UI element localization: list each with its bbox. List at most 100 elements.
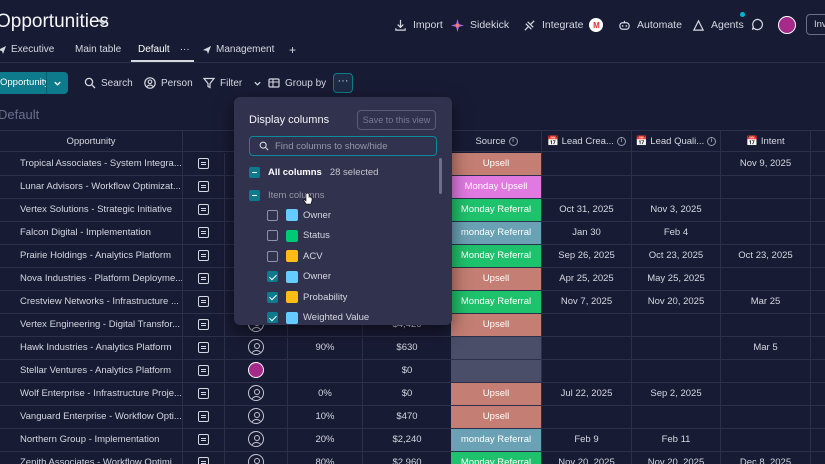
probability-cell[interactable]	[287, 360, 362, 382]
opportunity-name[interactable]: Wolf Enterprise - Infrastructure Proje..…	[0, 383, 182, 405]
owner-cell[interactable]	[224, 383, 287, 405]
table-row[interactable]: Wolf Enterprise - Infrastructure Proje..…	[0, 383, 825, 406]
source-status-cell[interactable]: Upsell	[451, 406, 541, 428]
item-card-cell[interactable]	[182, 199, 224, 221]
column-toggle-item[interactable]: Probability	[267, 289, 347, 305]
document-icon[interactable]	[198, 456, 209, 464]
source-status-cell[interactable]: Upsell	[451, 383, 541, 405]
item-card-cell[interactable]	[182, 176, 224, 198]
item-card-cell[interactable]	[182, 337, 224, 359]
lead-qualified-cell[interactable]	[631, 360, 720, 382]
chevron-down-icon[interactable]	[253, 79, 262, 88]
extra-cell[interactable]	[810, 291, 825, 313]
intent-cell[interactable]	[720, 429, 810, 451]
weighted-value-cell[interactable]: $630	[362, 337, 451, 359]
lead-qualified-cell[interactable]: Nov 20, 2025	[631, 291, 720, 313]
item-card-cell[interactable]	[182, 360, 224, 382]
intent-cell[interactable]	[720, 268, 810, 290]
all-columns-checkbox[interactable]	[249, 166, 260, 178]
chat-icon[interactable]	[751, 18, 764, 31]
lead-qualified-cell[interactable]	[631, 314, 720, 336]
opportunity-name[interactable]: Vanguard Enterprise - Workflow Opti...	[0, 406, 182, 428]
source-status-cell[interactable]: Monday Referral	[451, 452, 541, 464]
item-card-cell[interactable]	[182, 291, 224, 313]
lead-qualified-cell[interactable]	[631, 176, 720, 198]
document-icon[interactable]	[198, 180, 209, 192]
column-checkbox[interactable]	[267, 250, 278, 262]
person-icon[interactable]	[248, 339, 264, 356]
import-button[interactable]: Import	[394, 17, 443, 33]
document-icon[interactable]	[198, 410, 209, 422]
opportunity-name[interactable]: Nova Industries - Platform Deployme...	[0, 268, 182, 290]
intent-cell[interactable]	[720, 199, 810, 221]
search-button[interactable]: Search	[84, 77, 133, 89]
source-status-cell[interactable]: monday Referral	[451, 222, 541, 244]
lead-created-cell[interactable]	[541, 153, 631, 175]
item-card-cell[interactable]	[182, 222, 224, 244]
intent-cell[interactable]: Mar 5	[720, 337, 810, 359]
invite-button[interactable]: Inv	[806, 14, 825, 35]
owner-cell[interactable]	[224, 406, 287, 428]
source-status-cell[interactable]: Monday Referral	[451, 245, 541, 267]
person-filter-button[interactable]: Person	[144, 77, 193, 89]
sidekick-button[interactable]: Sidekick	[451, 17, 509, 33]
source-status-cell[interactable]: monday Referral	[451, 429, 541, 451]
table-row[interactable]: Zenith Associates - Workflow Optimi... 80…	[0, 452, 825, 464]
intent-cell[interactable]: Dec 8, 2025	[720, 452, 810, 464]
source-status-cell[interactable]: Monday Referral	[451, 291, 541, 313]
source-status-cell[interactable]: Upsell	[451, 314, 541, 336]
column-header-intent[interactable]: 📅 Intent	[720, 131, 810, 153]
extra-cell[interactable]	[810, 452, 825, 464]
more-options-button[interactable]: ···	[333, 73, 353, 93]
lead-qualified-cell[interactable]: Nov 20, 2025	[631, 452, 720, 464]
source-status-cell[interactable]	[451, 360, 541, 382]
extra-cell[interactable]	[810, 176, 825, 198]
intent-cell[interactable]: Oct 23, 2025	[720, 245, 810, 267]
intent-cell[interactable]: Nov 9, 2025	[720, 153, 810, 175]
opportunity-name[interactable]: Vertex Solutions - Strategic Initiative	[0, 199, 182, 221]
lead-created-cell[interactable]: Apr 25, 2025	[541, 268, 631, 290]
source-status-cell[interactable]: Upsell	[451, 153, 541, 175]
column-toggle-item[interactable]: ACV	[267, 248, 323, 264]
tab-main-table[interactable]: Main table	[75, 44, 121, 55]
scrollbar[interactable]	[439, 158, 442, 194]
item-card-cell[interactable]	[182, 406, 224, 428]
document-icon[interactable]	[198, 364, 209, 376]
opportunity-name[interactable]: Crestview Networks - Infrastructure ...	[0, 291, 182, 313]
document-icon[interactable]	[198, 295, 209, 307]
extra-cell[interactable]	[810, 360, 825, 382]
column-header-doc[interactable]	[182, 131, 224, 153]
add-view-button[interactable]: +	[289, 43, 296, 57]
lead-created-cell[interactable]: Feb 9	[541, 429, 631, 451]
lead-created-cell[interactable]: Jan 30	[541, 222, 631, 244]
column-toggle-item[interactable]: Status	[267, 228, 330, 244]
opportunity-name[interactable]: Northern Group - Implementation	[0, 429, 182, 451]
lead-qualified-cell[interactable]: Oct 23, 2025	[631, 245, 720, 267]
document-icon[interactable]	[198, 318, 209, 330]
table-row[interactable]: Vanguard Enterprise - Workflow Opti... 10…	[0, 406, 825, 429]
lead-created-cell[interactable]: Oct 31, 2025	[541, 199, 631, 221]
intent-cell[interactable]	[720, 383, 810, 405]
column-header-source[interactable]: Source i	[451, 131, 541, 153]
filter-button[interactable]: Filter	[203, 77, 262, 89]
person-icon[interactable]	[248, 385, 264, 402]
column-search-field[interactable]	[249, 136, 437, 156]
item-card-cell[interactable]	[182, 383, 224, 405]
lead-created-cell[interactable]	[541, 176, 631, 198]
lead-created-cell[interactable]	[541, 406, 631, 428]
opportunity-name[interactable]: Vertex Engineering - Digital Transfor...	[0, 314, 182, 336]
board-title[interactable]: Opportunities	[0, 11, 109, 33]
lead-qualified-cell[interactable]: May 25, 2025	[631, 268, 720, 290]
extra-cell[interactable]	[810, 222, 825, 244]
lead-created-cell[interactable]	[541, 337, 631, 359]
lead-qualified-cell[interactable]	[631, 406, 720, 428]
info-icon[interactable]: i	[508, 136, 518, 146]
column-header-extra[interactable]	[810, 131, 825, 153]
item-card-cell[interactable]	[182, 314, 224, 336]
chevron-down-icon[interactable]	[47, 72, 67, 94]
opportunity-name[interactable]: Stellar Ventures - Analytics Platform	[0, 360, 182, 382]
agents-button[interactable]: Agents	[692, 17, 744, 33]
lead-created-cell[interactable]	[541, 314, 631, 336]
tab-options-icon[interactable]: ···	[180, 44, 190, 55]
source-status-cell[interactable]: Upsell	[451, 268, 541, 290]
